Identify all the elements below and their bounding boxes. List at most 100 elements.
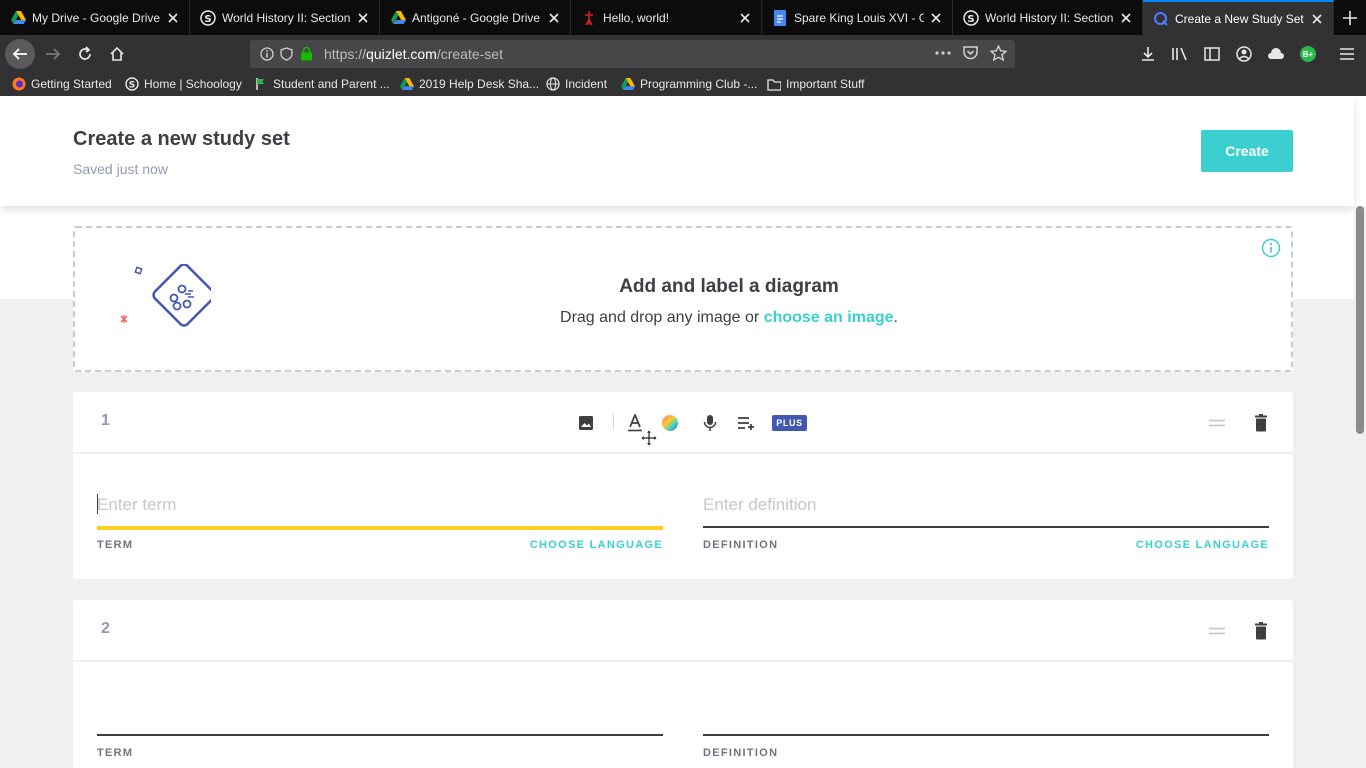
term-underline[interactable] [97, 734, 663, 736]
tab-world-history-1[interactable]: S World History II: Section [190, 0, 380, 35]
drag-handle-icon[interactable] [1206, 620, 1228, 642]
extension-badge-button[interactable]: B+ [1293, 39, 1323, 69]
tracking-shield-icon[interactable] [280, 47, 293, 61]
firefox-icon [12, 77, 26, 91]
close-tab-icon[interactable] [1118, 10, 1134, 26]
bookmark-help-desk[interactable]: 2019 Help Desk Sha... [400, 76, 539, 92]
tab-create-study-set[interactable]: Create a New Study Set | [1143, 0, 1334, 35]
tab-bar: My Drive - Google Drive S World History … [0, 0, 1366, 35]
definition-label: DEFINITION [703, 539, 779, 551]
library-icon [1172, 47, 1187, 61]
home-icon [110, 46, 124, 61]
term-choose-language-link[interactable]: CHOOSE LANGUAGE [463, 539, 663, 551]
drag-handle-icon[interactable] [1206, 412, 1228, 434]
close-tab-icon[interactable] [546, 10, 562, 26]
bookmark-schoology[interactable]: S Home | Schoology [125, 76, 242, 92]
url-path: /create-set [436, 46, 503, 62]
delete-card-button[interactable] [1250, 620, 1272, 642]
google-drive-icon [621, 77, 635, 91]
page-content: Add and label a diagram Drag and drop an… [0, 96, 1366, 768]
tab-hello-world[interactable]: Hello, world! [571, 0, 762, 35]
bookmark-getting-started[interactable]: Getting Started [12, 76, 112, 92]
term-label: TERM [97, 747, 134, 759]
tab-antigone[interactable]: Antigoné - Google Drive [380, 0, 571, 35]
new-tab-button[interactable] [1334, 0, 1366, 35]
cloud-icon [1268, 48, 1284, 59]
svg-text:S: S [204, 14, 211, 25]
site-icon [581, 10, 597, 26]
tab-world-history-2[interactable]: S World History II: Section [953, 0, 1143, 35]
hamburger-icon [1340, 48, 1354, 60]
diagram-dropzone[interactable]: Add and label a diagram Drag and drop an… [73, 226, 1293, 372]
globe-icon [546, 77, 560, 91]
arrow-right-icon [46, 48, 61, 60]
bookmark-important-stuff[interactable]: Important Stuff [767, 76, 865, 92]
menu-button[interactable] [1332, 39, 1362, 69]
account-button[interactable] [1229, 39, 1259, 69]
bookmark-star-icon[interactable] [990, 45, 1007, 61]
bookmark-student-parent[interactable]: Student and Parent ... [254, 76, 390, 92]
svg-text:S: S [967, 14, 974, 25]
reload-button[interactable] [70, 39, 100, 69]
folder-icon [767, 77, 781, 91]
card-toolbar: 1 PLUS [73, 392, 1293, 454]
create-button[interactable]: Create [1201, 130, 1293, 172]
add-list-icon[interactable] [735, 412, 757, 434]
tab-my-drive[interactable]: My Drive - Google Drive [0, 0, 190, 35]
google-drive-icon [400, 77, 414, 91]
info-icon[interactable] [1261, 238, 1281, 258]
close-tab-icon[interactable] [355, 10, 371, 26]
sidebar-button[interactable] [1197, 39, 1227, 69]
tab-spare-king-louis[interactable]: Spare King Louis XVI - G [762, 0, 953, 35]
url-bar[interactable]: https://quizlet.com/create-set [250, 40, 1015, 68]
forward-button[interactable] [38, 39, 68, 69]
downloads-button[interactable] [1133, 39, 1163, 69]
sidebar-icon [1204, 47, 1220, 61]
svg-text:S: S [129, 81, 135, 91]
info-icon[interactable] [260, 47, 274, 61]
definition-choose-language-link[interactable]: CHOOSE LANGUAGE [1069, 539, 1269, 551]
google-docs-icon [772, 9, 788, 26]
choose-image-link[interactable]: choose an image [764, 309, 894, 326]
term-label: TERM [97, 539, 134, 551]
diagram-title: Add and label a diagram [619, 276, 839, 297]
url-text[interactable]: https://quizlet.com/create-set [324, 46, 503, 62]
microphone-icon[interactable] [699, 412, 721, 434]
study-set-header: Create a new study set Saved just now Cr… [0, 96, 1354, 206]
term-card-2: 2 TERM DEFINITION [73, 600, 1293, 768]
close-tab-icon[interactable] [165, 10, 181, 26]
back-button[interactable] [5, 39, 35, 69]
google-drive-icon [10, 10, 26, 26]
scrollbar-thumb[interactable] [1356, 206, 1364, 434]
highlight-color-icon[interactable] [659, 412, 681, 434]
account-icon [1236, 46, 1252, 62]
home-button[interactable] [102, 39, 132, 69]
schoology-icon: S [963, 9, 979, 26]
bookmark-programming-club[interactable]: Programming Club -... [621, 76, 757, 92]
definition-input[interactable]: Enter definition [703, 495, 816, 515]
definition-underline[interactable] [703, 734, 1269, 736]
library-button[interactable] [1165, 39, 1195, 69]
page-actions-icon[interactable] [934, 46, 952, 60]
diagram-subtitle: Drag and drop any image or choose an ima… [560, 309, 898, 326]
term-card-1: 1 PLUS Enter term TERM CHOOSE LANGUAGE E… [73, 392, 1293, 579]
definition-label: DEFINITION [703, 747, 779, 759]
card-number: 2 [101, 620, 110, 637]
extension-button[interactable] [1261, 39, 1291, 69]
close-tab-icon[interactable] [737, 10, 753, 26]
pocket-icon[interactable] [962, 45, 979, 61]
term-input[interactable]: Enter term [97, 495, 176, 515]
bookmark-incident[interactable]: Incident [546, 76, 607, 92]
trash-icon [1255, 414, 1267, 432]
close-tab-icon[interactable] [1309, 11, 1325, 27]
schoology-icon: S [125, 77, 139, 91]
plus-badge[interactable]: PLUS [772, 415, 807, 431]
delete-card-button[interactable] [1250, 412, 1272, 434]
arrow-left-icon [12, 48, 27, 60]
definition-underline [703, 526, 1269, 528]
lock-icon[interactable] [300, 46, 313, 61]
image-icon[interactable] [575, 412, 597, 434]
close-tab-icon[interactable] [928, 10, 944, 26]
download-icon [1142, 47, 1154, 61]
term-underline [97, 526, 663, 530]
